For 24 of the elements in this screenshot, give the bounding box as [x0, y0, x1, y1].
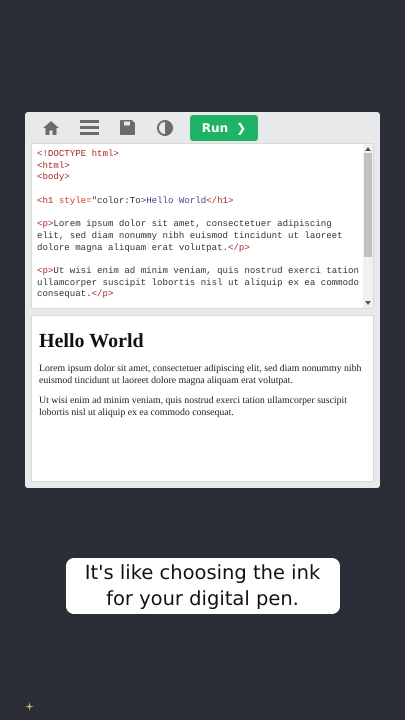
- home-icon: [42, 120, 60, 136]
- code-line: <html>: [37, 160, 71, 172]
- menu-icon: [80, 120, 98, 135]
- caption: It's like choosing the ink for your digital pen.: [66, 558, 340, 614]
- code-line: <!DOCTYPE html>: [37, 148, 120, 160]
- save-icon: [120, 120, 134, 135]
- sparkle-icon: [25, 702, 34, 711]
- code-line: elit, sed diam nonummy nibh euismod tincidunt ut laoreet: [37, 230, 344, 242]
- code-line: dolore magna aliquam erat volutpat.</p>: [37, 242, 251, 254]
- code-line: <p>Lorem ipsum dolor sit amet, consectetuer adipiscing: [37, 218, 333, 230]
- paragraph: Lorem ipsum dolor sit amet, consectetuer adipiscing elit, sed diam nonummy nibh euismod tincidunt ut laoreet dolore magna aliquam erat volutpat.: [39, 363, 362, 386]
- run-button[interactable]: Run ❯: [190, 114, 258, 140]
- paragraph: Ut wisi enim ad minim veniam, quis nostrud exerci tation ullamcorper suscipit lobortis nisl ut aliquip ex ea commodo consequat.: [39, 395, 348, 418]
- code-line: ullamcorper suscipit lobortis nisl ut aliquip ex ea commodo: [37, 276, 360, 288]
- scroll-up-icon: [365, 147, 371, 151]
- scrollbar-thumb[interactable]: [364, 153, 372, 257]
- code-line: <body>: [37, 171, 71, 184]
- code-editor[interactable]: [31, 143, 374, 309]
- code-line: consequat.</p>: [37, 288, 114, 300]
- contrast-icon: [157, 120, 173, 136]
- code-line: <h1 style="color:To>Hello World</h1>: [37, 194, 235, 206]
- scroll-down-icon: [365, 301, 371, 305]
- code-line: <p>Ut wisi enim ad minim veniam, quis nostrud exerci tation: [37, 264, 360, 277]
- page-heading: Hello World: [39, 330, 145, 353]
